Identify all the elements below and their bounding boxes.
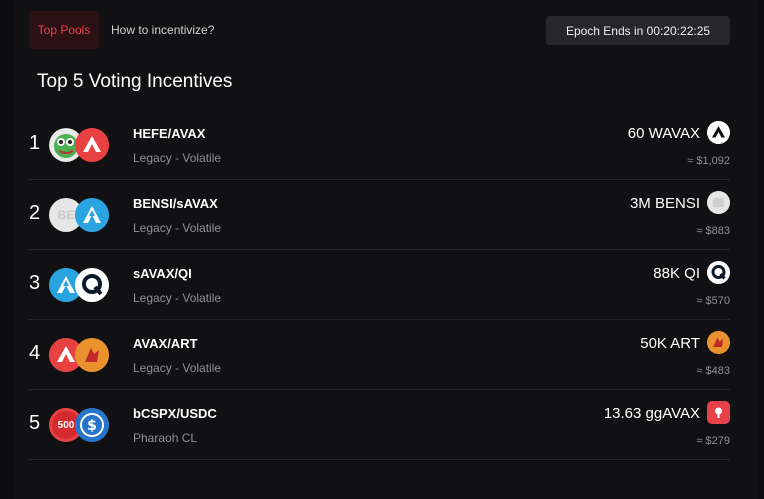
usd-value: ≈ $483 (696, 365, 730, 377)
pool-type: Pharaoh CL (133, 431, 198, 445)
qi-icon (75, 268, 109, 302)
avax-icon (707, 121, 730, 144)
usd-value: ≈ $279 (696, 435, 730, 447)
incentive-row[interactable]: 3 sAVAX/QI Legacy - Volatile 88K QI ≈ $5… (29, 250, 730, 320)
tab-how-to-incentivize[interactable]: How to incentivize? (111, 11, 214, 49)
ggavax-icon (707, 401, 730, 424)
pool-pair-name: sAVAX/QI (133, 266, 192, 281)
incentive-row[interactable]: 2 BE BENSI/sAVAX Legacy - Volatile 3M BE… (29, 180, 730, 250)
page-title: Top 5 Voting Incentives (37, 71, 233, 92)
qi-icon (707, 261, 730, 284)
art-icon (75, 338, 109, 372)
pair-icons (49, 268, 111, 302)
usd-value: ≈ $1,092 (687, 155, 730, 167)
pair-icons: 500 $ (49, 408, 111, 442)
pool-pair-name: bCSPX/USDC (133, 406, 217, 421)
pool-type: Legacy - Volatile (133, 221, 222, 235)
pair-icons: BE (49, 198, 111, 232)
incentive-amount: 3M BENSI (629, 195, 700, 212)
rank-number: 3 (29, 271, 41, 294)
pool-pair-name: AVAX/ART (133, 336, 198, 351)
bensi-icon (707, 191, 730, 214)
pool-pair-name: BENSI/sAVAX (133, 196, 218, 211)
incentive-amount: 50K ART (640, 335, 700, 352)
rank-number: 4 (29, 341, 41, 364)
usd-value: ≈ $570 (696, 295, 730, 307)
pool-type: Legacy - Volatile (133, 291, 222, 305)
rank-number: 5 (29, 411, 41, 434)
pool-pair-name: HEFE/AVAX (133, 126, 206, 141)
pair-icons (49, 338, 111, 372)
incentive-row[interactable]: 1 HEFE/AVAX Legacy - Volatile 60 WAVAX ≈… (29, 110, 730, 180)
usdc-icon: $ (75, 408, 109, 442)
avax-icon (75, 128, 109, 162)
usd-value: ≈ $883 (696, 225, 730, 237)
incentive-amount: 88K QI (653, 265, 700, 282)
rank-number: 1 (29, 131, 41, 154)
tab-top-pools[interactable]: Top Pools (29, 11, 99, 49)
epoch-countdown: Epoch Ends in 00:20:22:25 (546, 16, 730, 45)
incentive-amount: 13.63 ggAVAX (603, 405, 700, 422)
pair-icons (49, 128, 111, 162)
art-icon (707, 331, 730, 354)
svg-text:$: $ (87, 418, 97, 434)
incentive-row[interactable]: 5 500 $ bCSPX/USDC Pharaoh CL 13.63 ggAV… (29, 390, 730, 460)
pool-type: Legacy - Volatile (133, 361, 222, 375)
incentive-amount: 60 WAVAX (627, 125, 700, 142)
rank-number: 2 (29, 201, 41, 224)
incentive-row[interactable]: 4 AVAX/ART Legacy - Volatile 50K ART ≈ $… (29, 320, 730, 390)
savax-icon (75, 198, 109, 232)
pool-type: Legacy - Volatile (133, 151, 222, 165)
